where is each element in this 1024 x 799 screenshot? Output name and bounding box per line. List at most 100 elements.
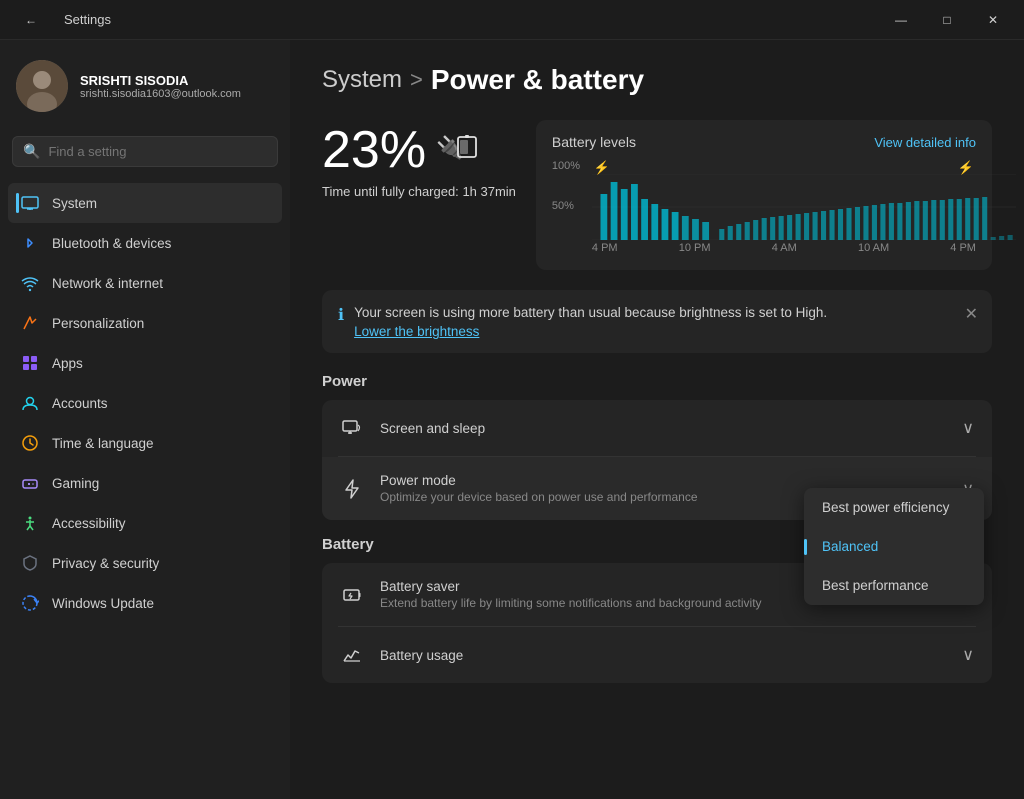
sidebar-item-label: Gaming <box>52 476 99 491</box>
lower-brightness-link[interactable]: Lower the brightness <box>354 324 827 339</box>
battery-saver-title: Battery saver <box>380 579 841 594</box>
sidebar-item-label: Accounts <box>52 396 108 411</box>
apps-icon <box>20 353 40 373</box>
battery-saver-icon <box>340 583 364 607</box>
sidebar-item-update[interactable]: Windows Update <box>8 583 282 623</box>
dropdown-item-performance[interactable]: Best performance <box>804 566 984 605</box>
info-icon: ℹ <box>338 305 344 325</box>
avatar-image <box>16 60 68 112</box>
power-mode-icon <box>340 477 364 501</box>
breadcrumb: System > Power & battery <box>322 64 992 96</box>
breadcrumb-page: Power & battery <box>431 64 644 96</box>
sidebar-item-label: Windows Update <box>52 596 154 611</box>
dropdown-item-efficiency[interactable]: Best power efficiency <box>804 488 984 527</box>
battery-chart: ⚡ ⚡ <box>552 160 976 260</box>
privacy-icon <box>20 553 40 573</box>
minimize-button[interactable]: — <box>878 4 924 36</box>
app-body: SRISHTI SISODIA srishti.sisodia1603@outl… <box>0 40 1024 799</box>
sidebar-item-accounts[interactable]: Accounts <box>8 383 282 423</box>
power-mode-dropdown: Best power efficiency Balanced Best perf… <box>804 488 984 605</box>
sidebar-item-network[interactable]: Network & internet <box>8 263 282 303</box>
sidebar-item-personalization[interactable]: Personalization <box>8 303 282 343</box>
back-button[interactable]: ← <box>8 4 54 36</box>
titlebar-controls: — □ ✕ <box>878 4 1016 36</box>
battery-charging-icon: 🔌 <box>436 132 480 169</box>
time-icon <box>20 433 40 453</box>
chart-x-labels: 4 PM 10 PM 4 AM 10 AM 4 PM <box>592 242 976 260</box>
search-icon: 🔍 <box>23 143 40 160</box>
battery-percent-display: 23% 🔌 <box>322 120 516 180</box>
user-info: SRISHTI SISODIA srishti.sisodia1603@outl… <box>80 73 241 100</box>
sidebar-item-accessibility[interactable]: Accessibility <box>8 503 282 543</box>
battery-usage-icon <box>340 643 364 667</box>
sidebar-item-label: Bluetooth & devices <box>52 236 171 251</box>
main-content: System > Power & battery 23% 🔌 <box>290 40 1024 799</box>
sidebar-item-bluetooth[interactable]: Bluetooth & devices <box>8 223 282 263</box>
screen-sleep-icon <box>340 416 364 440</box>
screen-sleep-chevron: ∨ <box>962 418 974 438</box>
chart-header: Battery levels View detailed info <box>552 134 976 150</box>
chart-y-labels: 100% 50% <box>552 160 590 240</box>
bluetooth-icon <box>20 233 40 253</box>
sidebar-item-apps[interactable]: Apps <box>8 343 282 383</box>
screen-sleep-content: Screen and sleep <box>380 421 946 436</box>
notification-banner: ℹ Your screen is using more battery than… <box>322 290 992 353</box>
search-box[interactable]: 🔍 <box>12 136 278 167</box>
accessibility-icon <box>20 513 40 533</box>
accounts-icon <box>20 393 40 413</box>
network-icon <box>20 273 40 293</box>
breadcrumb-separator: > <box>410 67 423 93</box>
sidebar-item-gaming[interactable]: Gaming <box>8 463 282 503</box>
sidebar-item-time[interactable]: Time & language <box>8 423 282 463</box>
best-performance-label: Best performance <box>822 578 929 593</box>
notification-content: Your screen is using more battery than u… <box>354 304 827 339</box>
screen-sleep-row[interactable]: Screen and sleep ∨ <box>322 400 992 456</box>
sidebar-item-label: Privacy & security <box>52 556 159 571</box>
user-email: srishti.sisodia1603@outlook.com <box>80 88 241 100</box>
search-input[interactable] <box>48 144 267 159</box>
view-detailed-link[interactable]: View detailed info <box>874 135 976 150</box>
personalization-icon <box>20 313 40 333</box>
sidebar-item-label: System <box>52 196 97 211</box>
battery-saver-subtitle: Extend battery life by limiting some not… <box>380 596 841 610</box>
notification-close-button[interactable]: ✕ <box>965 304 978 324</box>
sidebar-item-privacy[interactable]: Privacy & security <box>8 543 282 583</box>
battery-usage-chevron: ∨ <box>962 645 974 665</box>
sidebar-item-system[interactable]: System <box>8 183 282 223</box>
app-title: Settings <box>64 12 111 27</box>
titlebar: ← Settings — □ ✕ <box>0 0 1024 40</box>
sidebar-item-label: Network & internet <box>52 276 163 291</box>
battery-chart-box: Battery levels View detailed info ⚡ ⚡ <box>536 120 992 270</box>
screen-sleep-title: Screen and sleep <box>380 421 946 436</box>
update-icon <box>20 593 40 613</box>
user-profile[interactable]: SRISHTI SISODIA srishti.sisodia1603@outl… <box>0 40 290 128</box>
breadcrumb-system: System <box>322 66 402 94</box>
sidebar: SRISHTI SISODIA srishti.sisodia1603@outl… <box>0 40 290 799</box>
battery-usage-content: Battery usage <box>380 648 946 663</box>
top-section: 23% 🔌 Time until fully charged: <box>322 120 992 270</box>
sidebar-item-label: Apps <box>52 356 83 371</box>
user-name: SRISHTI SISODIA <box>80 73 241 88</box>
screen-sleep-right: ∨ <box>962 418 974 438</box>
gaming-icon <box>20 473 40 493</box>
best-efficiency-label: Best power efficiency <box>822 500 949 515</box>
titlebar-left: ← Settings <box>8 4 111 36</box>
notification-text: Your screen is using more battery than u… <box>354 305 827 320</box>
maximize-button[interactable]: □ <box>924 4 970 36</box>
avatar <box>16 60 68 112</box>
chart-title: Battery levels <box>552 134 636 150</box>
battery-status: 23% 🔌 Time until fully charged: <box>322 120 516 199</box>
battery-saver-content: Battery saver Extend battery life by lim… <box>380 579 841 610</box>
sidebar-item-label: Accessibility <box>52 516 126 531</box>
close-button[interactable]: ✕ <box>970 4 1016 36</box>
battery-usage-row[interactable]: Battery usage ∨ <box>322 627 992 683</box>
nav-list: System Bluetooth & devices <box>0 179 290 627</box>
charge-time: Time until fully charged: 1h 37min <box>322 184 516 199</box>
system-icon <box>20 193 40 213</box>
battery-usage-right: ∨ <box>962 645 974 665</box>
dropdown-item-balanced[interactable]: Balanced <box>804 527 984 566</box>
battery-usage-title: Battery usage <box>380 648 946 663</box>
sidebar-item-label: Time & language <box>52 436 154 451</box>
power-section-header: Power <box>322 373 992 390</box>
balanced-label: Balanced <box>822 539 878 554</box>
